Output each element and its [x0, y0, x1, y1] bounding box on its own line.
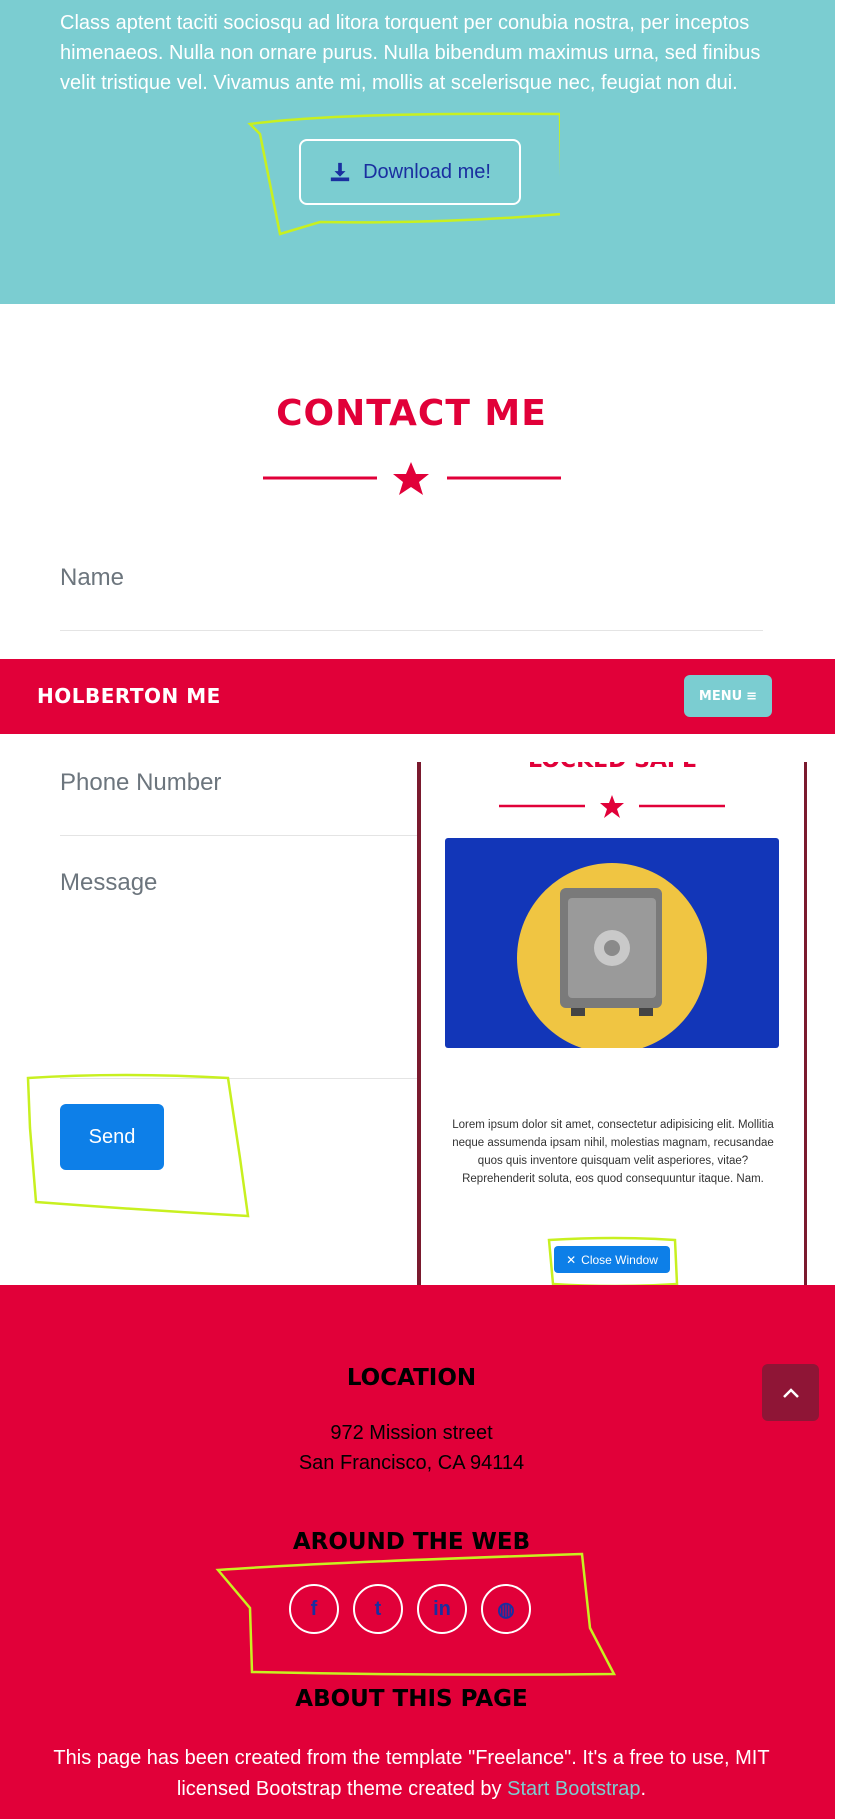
twitter-icon[interactable]: t — [353, 1584, 403, 1634]
facebook-icon[interactable]: f — [289, 1584, 339, 1634]
about-page-heading: ABOUT THIS PAGE — [295, 1686, 528, 1712]
navbar: HOLBERTON ME MENU ≡ — [0, 659, 835, 734]
scroll-to-top-button[interactable] — [762, 1364, 819, 1421]
modal-title: LOCKED SAFE — [421, 762, 804, 773]
phone-field[interactable]: Phone Number — [60, 769, 221, 797]
safe-image — [445, 838, 779, 1053]
start-bootstrap-link[interactable]: Start Bootstrap — [507, 1778, 640, 1800]
phone-field-underline — [60, 835, 420, 836]
download-icon — [330, 162, 350, 182]
location-heading: LOCATION — [346, 1365, 477, 1391]
download-label: Download me! — [363, 160, 491, 183]
about-page-text-body: This page has been created from the temp… — [53, 1747, 770, 1800]
about-section: Class aptent taciti sociosqu ad litora t… — [0, 0, 835, 304]
hamburger-icon: ≡ — [746, 688, 758, 704]
modal-divider — [499, 795, 725, 818]
star-icon — [393, 462, 429, 495]
dribbble-icon[interactable]: ◍ — [481, 1584, 531, 1634]
modal-description: Lorem ipsum dolor sit amet, consectetur … — [452, 1119, 774, 1185]
star-icon — [600, 795, 624, 818]
linkedin-icon[interactable]: in — [417, 1584, 467, 1634]
contact-divider — [263, 462, 561, 495]
menu-label: MENU — [698, 688, 743, 704]
close-icon: ✕ — [566, 1252, 577, 1267]
close-window-label: Close Window — [581, 1252, 658, 1267]
around-web-heading: AROUND THE WEB — [292, 1529, 531, 1555]
about-page-text: This page has been created from the temp… — [50, 1743, 773, 1805]
safe-icon — [517, 863, 707, 1053]
about-page-text-end: . — [640, 1778, 647, 1800]
menu-button[interactable]: MENU ≡ — [684, 675, 772, 717]
message-field-underline — [60, 1078, 420, 1079]
download-button[interactable]: Download me! — [299, 139, 521, 205]
address-line-2: San Francisco, CA 94114 — [298, 1452, 525, 1474]
contact-title: CONTACT ME — [276, 393, 547, 434]
send-button[interactable]: Send — [60, 1104, 164, 1170]
chevron-up-icon — [782, 1387, 799, 1398]
portfolio-modal: LOCKED SAFE Lorem ipsum dolor sit amet, … — [421, 762, 804, 1322]
close-window-button[interactable]: ✕ Close Window — [554, 1246, 670, 1273]
name-field[interactable]: Name — [60, 564, 124, 592]
brand-logo[interactable]: HOLBERTON ME — [37, 684, 221, 708]
address-line-1: 972 Mission street — [330, 1422, 493, 1444]
message-field[interactable]: Message — [60, 869, 157, 897]
about-text: Class aptent taciti sociosqu ad litora t… — [60, 12, 761, 94]
name-field-underline — [60, 630, 763, 631]
